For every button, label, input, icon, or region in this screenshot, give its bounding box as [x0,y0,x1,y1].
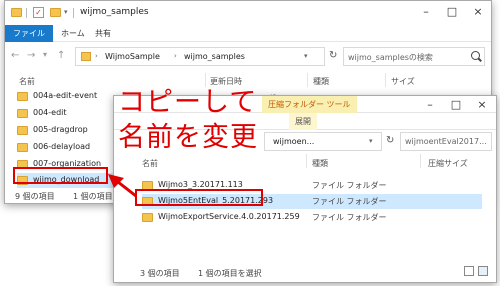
refresh-icon[interactable]: ↻ [329,50,337,61]
file-name: 004-edit [33,108,67,117]
callout-line-2: 名前を変更 [118,122,258,153]
breadcrumb-wijmo-samples[interactable]: wijmo_samples [184,52,245,61]
file-name: WijmoExportService.4.0.20171.259 [158,212,300,221]
column-header-type[interactable]: 種類 [312,158,328,169]
chevron-down-icon[interactable]: ▾ [369,137,373,145]
column-header-name[interactable]: 名前 [142,158,158,169]
list-item[interactable]: 005-dragdrop [17,123,113,138]
up-arrow-icon[interactable]: ↑ [57,50,65,61]
tab-extract[interactable]: 展開 [289,113,317,130]
column-header-name[interactable]: 名前 [19,76,35,87]
refresh-icon[interactable]: ↻ [386,135,394,146]
details-view-icon[interactable] [464,266,474,276]
customize-toolbar-icon[interactable]: ▾ [64,8,68,16]
window-title: wijmo_samples [80,7,149,17]
new-folder-icon[interactable] [50,8,61,17]
folder-icon [81,52,91,61]
back-arrow-icon[interactable]: ← [11,50,19,61]
recent-locations-icon[interactable]: ▾ [43,50,47,59]
address-bar[interactable]: wijmoen... ▾ [264,132,382,151]
close-button[interactable]: × [469,96,495,113]
file-name: Wijmo3_3.20171.113 [158,180,243,189]
file-type: ファイル フォルダー [312,197,387,206]
file-type: ファイル フォルダー [312,213,387,222]
search-placeholder: wijmoentEval2017... [405,137,487,146]
column-divider[interactable] [205,73,206,87]
search-input[interactable]: wijmoentEval2017... [400,132,492,151]
column-header-type[interactable]: 種類 [313,76,329,87]
column-divider[interactable] [306,154,307,168]
column-divider[interactable] [307,73,308,87]
chevron-right-icon[interactable]: › [95,52,98,60]
folder-icon [11,8,22,17]
file-name: 006-delayload [33,142,91,151]
folder-icon [142,213,153,222]
breadcrumb-current[interactable]: wijmoen... [273,137,314,146]
properties-icon[interactable]: ✓ [33,7,44,18]
status-item-count: 3 個の項目 [140,269,180,278]
tab-share[interactable]: 共有 [95,25,111,42]
column-header-size[interactable]: サイズ [391,76,415,87]
list-item[interactable]: 006-delayload [17,140,113,155]
minimize-button[interactable]: – [417,96,443,113]
file-name: 005-dragdrop [33,125,88,134]
list-item[interactable]: WijmoExportService.4.0.20171.259 ファイル フォ… [142,210,482,225]
divider [73,8,74,18]
tab-file[interactable]: ファイル [5,25,53,42]
maximize-button[interactable]: □ [439,1,465,23]
column-divider[interactable] [420,154,421,168]
divider [26,8,27,18]
search-placeholder: wijmo_samplesの検索 [348,53,433,62]
file-type: ファイル フォルダー [312,181,387,190]
list-item[interactable]: 004a-edit-event [17,89,113,104]
list-item[interactable]: 004-edit [17,106,113,121]
folder-icon [17,92,28,101]
forward-arrow-icon[interactable]: → [27,50,35,61]
highlight-box-wijmo5enteval [135,189,263,206]
tab-compressed-folder-tools[interactable]: 圧縮フォルダー ツール [262,96,357,113]
folder-icon [17,109,28,118]
folder-icon [17,126,28,135]
column-divider[interactable] [385,73,386,87]
status-selected-count: 1 個の項目 [73,192,113,201]
close-button[interactable]: × [465,1,491,23]
highlight-box-wijmo-download [13,167,108,184]
ribbon: ファイル ホーム 共有 [5,25,491,42]
minimize-button[interactable]: – [413,1,439,23]
large-icons-view-icon[interactable] [478,266,488,276]
column-header-size[interactable]: 圧縮サイズ [428,158,468,169]
status-item-count: 9 個の項目 [15,192,55,201]
callout-line-1: コピーして [118,87,258,118]
tab-home[interactable]: ホーム [61,25,85,42]
breadcrumb-wijmosample[interactable]: WijmoSample [105,52,160,61]
folder-icon [17,143,28,152]
chevron-right-icon[interactable]: › [174,52,177,60]
maximize-button[interactable]: □ [443,96,469,113]
address-bar[interactable]: › WijmoSample › wijmo_samples ▾ [75,47,325,66]
search-icon [471,51,480,60]
title-bar: ✓ ▾ wijmo_samples – □ × [5,1,491,25]
chevron-down-icon[interactable]: ▾ [304,52,308,60]
file-name: 004a-edit-event [33,91,98,100]
status-selected-count: 1 個の項目を選択 [198,269,262,278]
search-input[interactable]: wijmo_samplesの検索 [343,47,485,66]
column-header-date[interactable]: 更新日時 [210,76,242,87]
